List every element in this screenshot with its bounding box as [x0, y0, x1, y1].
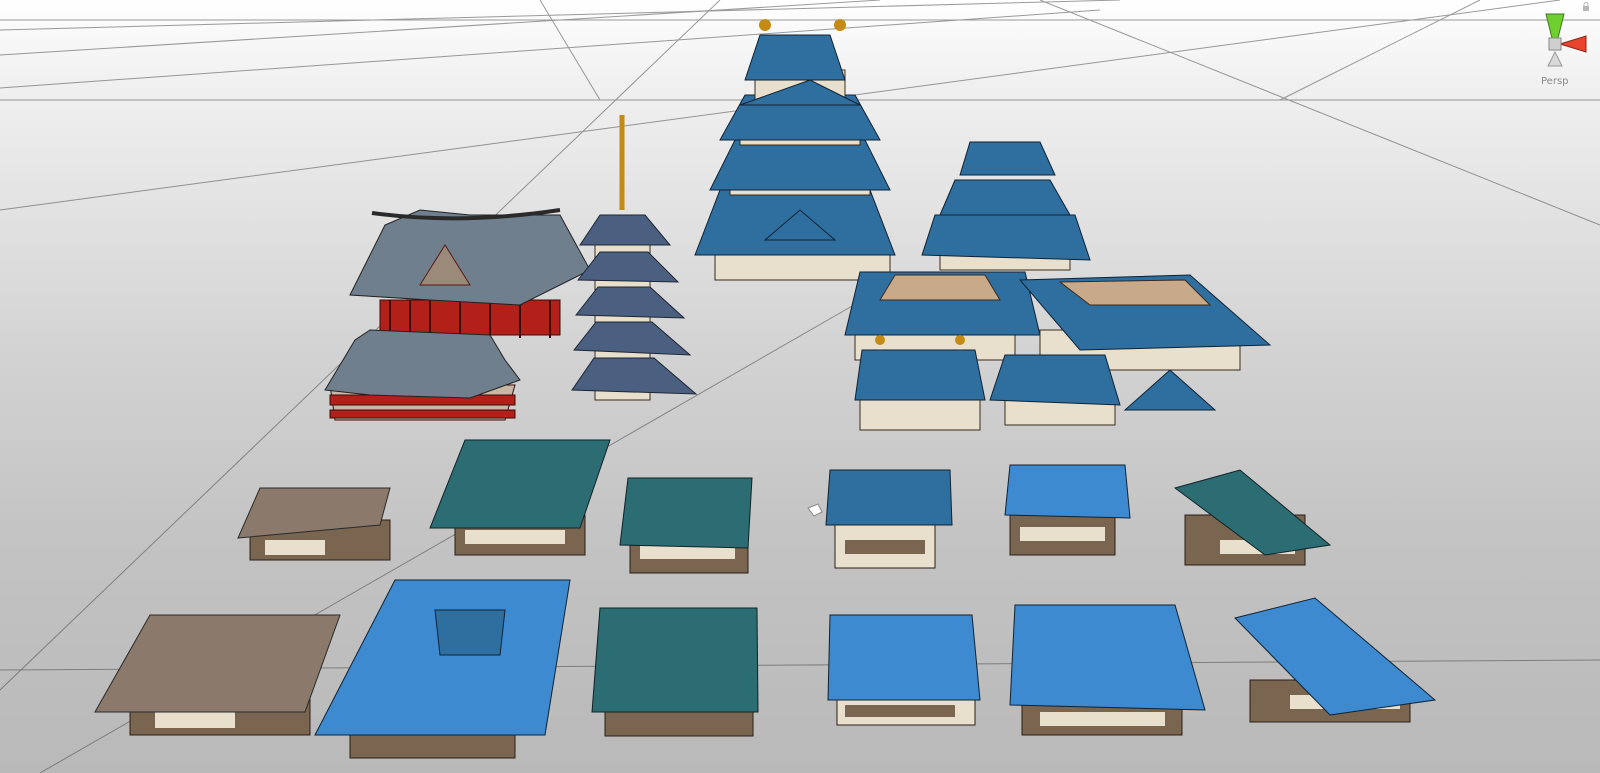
castle-annex-building[interactable] — [989, 354, 1121, 426]
house-row1-5[interactable] — [1004, 464, 1131, 556]
scene-viewport[interactable]: Persp — [0, 0, 1600, 773]
y-axis-cone[interactable] — [1545, 13, 1565, 39]
castle-wing-hall-left[interactable] — [844, 271, 1041, 361]
house-row2-5[interactable] — [1009, 604, 1206, 736]
house-row2-2[interactable] — [314, 579, 571, 759]
house-row2-6[interactable] — [1234, 597, 1437, 723]
temple-red-pavilion[interactable] — [324, 329, 521, 421]
five-story-pagoda[interactable] — [571, 115, 698, 401]
projection-label[interactable]: Persp — [1541, 76, 1569, 87]
castle-small-gable[interactable] — [1123, 369, 1217, 411]
small-castle-keep[interactable] — [921, 141, 1091, 271]
house-row1-1[interactable] — [237, 487, 391, 561]
house-row1-4[interactable] — [825, 469, 953, 569]
house-row1-2[interactable] — [429, 439, 611, 556]
house-row2-4[interactable] — [827, 614, 981, 726]
house-row1-6[interactable] — [1173, 469, 1332, 566]
lock-icon[interactable] — [1581, 2, 1591, 12]
house-row2-1[interactable] — [94, 614, 341, 736]
x-axis-cone[interactable] — [1558, 35, 1587, 53]
gizmo-center-cube[interactable] — [1548, 37, 1562, 51]
house-row2-3[interactable] — [591, 607, 759, 737]
cursor-marker — [807, 503, 823, 517]
house-row1-3[interactable] — [619, 477, 753, 574]
scene-canvas[interactable] — [0, 0, 1600, 773]
z-axis-cone[interactable] — [1547, 50, 1563, 67]
temple-main-hall[interactable] — [349, 208, 591, 338]
main-castle-keep[interactable] — [694, 19, 896, 281]
